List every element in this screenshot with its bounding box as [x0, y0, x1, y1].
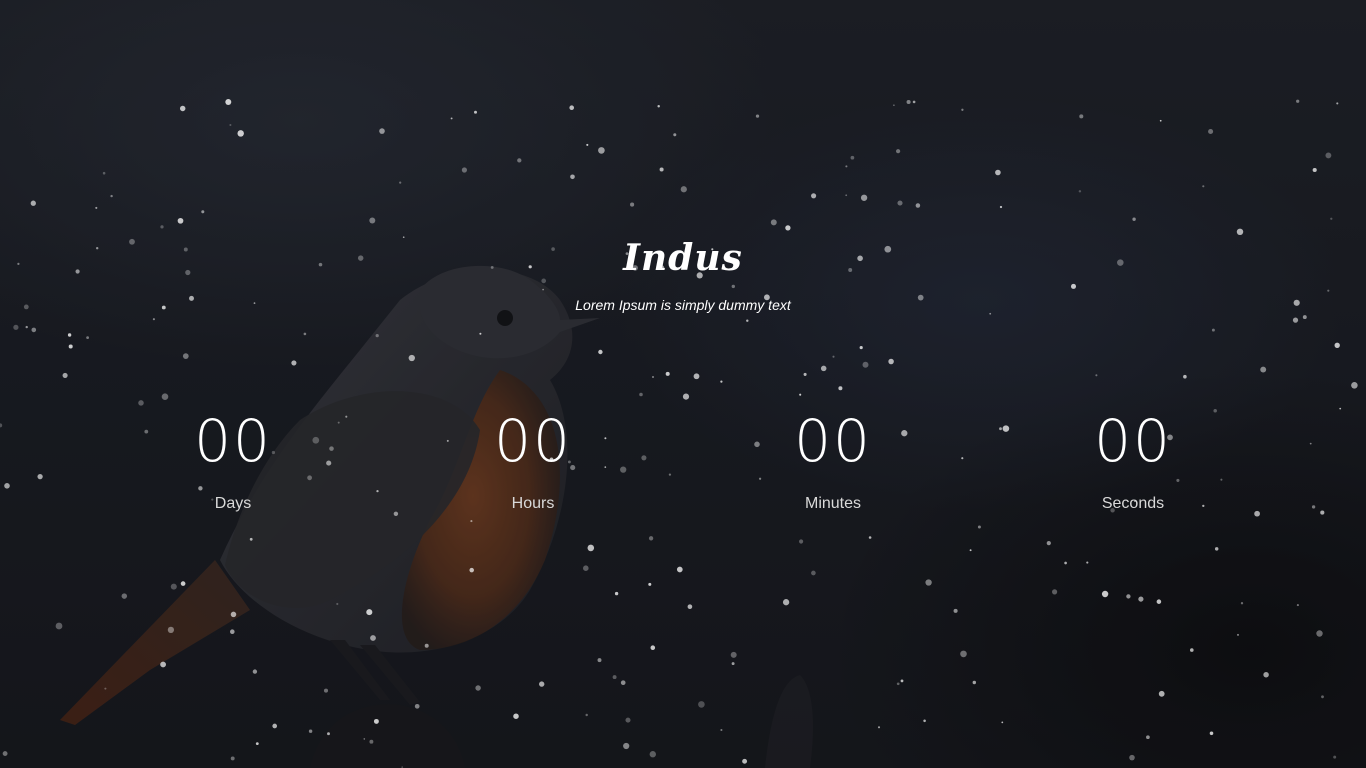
hours-label: Hours: [511, 495, 555, 512]
countdown-seconds: 00 Seconds: [1033, 404, 1233, 514]
days-value: 00: [194, 407, 272, 475]
countdown-days: 00 Days: [133, 404, 333, 514]
brand-title: Indus: [623, 237, 743, 279]
hours-value: 00: [494, 407, 572, 475]
minutes-label: Minutes: [804, 495, 862, 512]
days-label: Days: [214, 495, 252, 512]
seconds-label: Seconds: [1101, 495, 1165, 512]
coming-soon-page: Indus Lorem Ipsum is simply dummy text 0…: [0, 0, 1366, 768]
seconds-value: 00: [1094, 407, 1172, 475]
tagline: Lorem Ipsum is simply dummy text: [575, 297, 791, 313]
countdown-minutes: 00 Minutes: [733, 404, 933, 514]
hero-section: Indus Lorem Ipsum is simply dummy text 0…: [0, 0, 1366, 768]
countdown-hours: 00 Hours: [433, 404, 633, 514]
countdown-timer: 00 Days 00 Hours 00 Minutes 00 Seconds: [0, 404, 1366, 534]
minutes-value: 00: [794, 407, 872, 475]
